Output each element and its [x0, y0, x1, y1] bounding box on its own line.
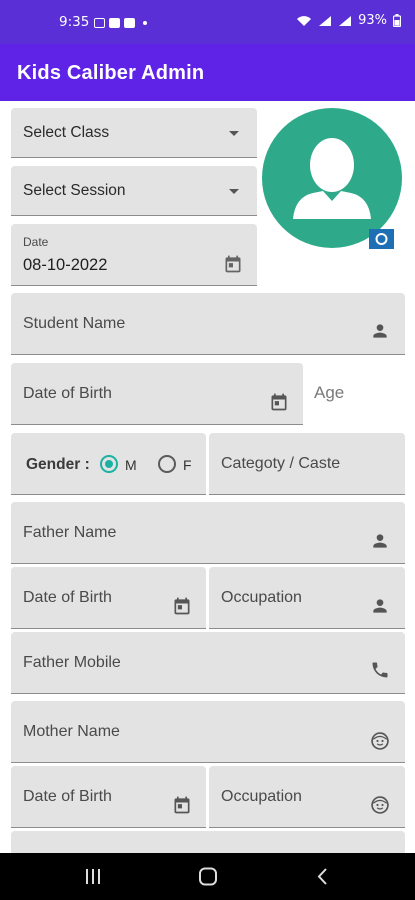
student-name-label: Student Name — [23, 315, 126, 332]
age-label: Age — [314, 383, 345, 402]
mother-name-field[interactable]: Mother Name — [11, 701, 405, 763]
person-icon — [373, 324, 387, 338]
father-dob-label: Date of Birth — [23, 589, 112, 606]
father-occupation-label: Occupation — [221, 589, 302, 606]
back-icon[interactable] — [316, 867, 330, 886]
person-icon — [373, 534, 387, 548]
status-right: 93% — [296, 13, 401, 28]
person-icon — [373, 599, 387, 613]
status-time: 9:35 — [59, 14, 90, 30]
dropdown-caret-icon — [229, 189, 239, 194]
calendar-icon[interactable] — [172, 596, 192, 616]
mother-dob-label: Date of Birth — [23, 788, 112, 805]
father-mobile-field[interactable]: Father Mobile — [11, 632, 405, 694]
category-label: Categoty / Caste — [221, 455, 341, 472]
wifi-icon — [297, 15, 312, 26]
mother-name-label: Mother Name — [23, 723, 120, 740]
youtube-notification-icon-2 — [124, 18, 135, 28]
calendar-icon[interactable] — [172, 795, 192, 815]
signal-icon — [319, 15, 332, 26]
mother-occupation-label: Occupation — [221, 788, 302, 805]
mother-occupation-field[interactable]: Occupation — [209, 766, 405, 828]
app-bar: Kids Caliber Admin — [0, 44, 415, 101]
recents-icon[interactable] — [84, 868, 102, 885]
face-icon — [371, 796, 389, 814]
father-dob-field[interactable]: Date of Birth — [11, 567, 206, 629]
date-field[interactable]: Date 08-10-2022 — [11, 224, 257, 286]
status-bar: 9:35 93% — [0, 0, 415, 44]
signal-icon-2 — [339, 15, 352, 26]
app-title: Kids Caliber Admin — [17, 62, 205, 84]
system-nav-bar — [0, 853, 415, 900]
select-class-label: Select Class — [23, 124, 110, 141]
more-notifications-dot — [143, 21, 147, 25]
mother-dob-field[interactable]: Date of Birth — [11, 766, 206, 828]
battery-icon — [393, 14, 401, 27]
select-class-dropdown[interactable]: Select Class — [11, 108, 257, 158]
gender-female-radio[interactable] — [158, 455, 176, 473]
notification-icons — [94, 18, 147, 28]
student-photo[interactable] — [261, 107, 408, 253]
father-name-label: Father Name — [23, 524, 117, 541]
date-of-birth-field[interactable]: Date of Birth — [11, 363, 303, 425]
date-label: Date — [23, 235, 49, 249]
phone-icon — [372, 662, 388, 678]
gender-male-radio[interactable] — [100, 455, 118, 473]
youtube-notification-icon — [109, 18, 120, 28]
father-occupation-field[interactable]: Occupation — [209, 567, 405, 629]
gender-label: Gender : — [26, 456, 90, 473]
select-session-label: Select Session — [23, 182, 126, 199]
calendar-icon[interactable] — [223, 254, 243, 274]
date-of-birth-label: Date of Birth — [23, 385, 112, 402]
date-value: 08-10-2022 — [23, 256, 108, 274]
camera-icon[interactable] — [369, 229, 394, 249]
battery-percent: 93% — [358, 13, 387, 28]
calendar-icon[interactable] — [269, 392, 289, 412]
select-session-dropdown[interactable]: Select Session — [11, 166, 257, 216]
student-name-field[interactable]: Student Name — [11, 293, 405, 355]
image-notification-icon — [94, 18, 105, 28]
dropdown-caret-icon — [229, 131, 239, 136]
face-icon — [371, 732, 389, 750]
father-name-field[interactable]: Father Name — [11, 502, 405, 564]
gender-group: Gender : M F — [11, 433, 206, 495]
father-mobile-label: Father Mobile — [23, 654, 121, 671]
category-field[interactable]: Categoty / Caste — [209, 433, 405, 495]
gender-female-label: F — [183, 457, 192, 473]
gender-male-label: M — [125, 457, 137, 473]
home-icon[interactable] — [198, 867, 218, 886]
